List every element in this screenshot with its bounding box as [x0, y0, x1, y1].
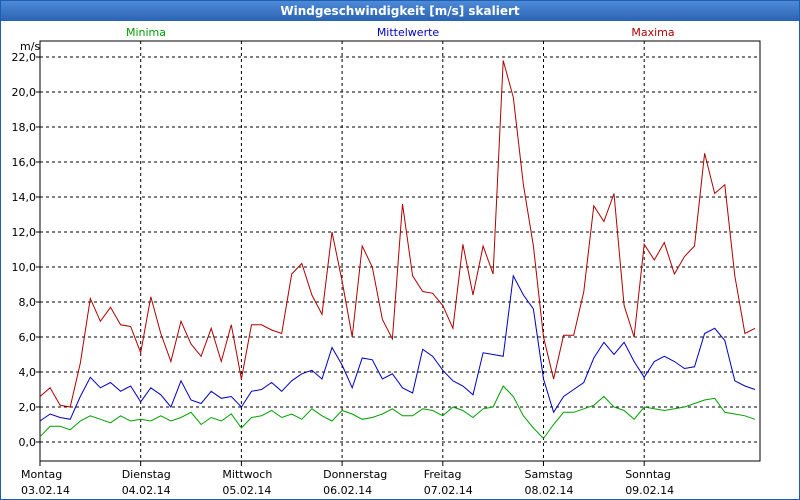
x-tick-weekday: Montag [21, 468, 62, 481]
y-axis-label: m/s [20, 40, 40, 53]
legend-entry-maxima: Maxima [631, 26, 674, 39]
legend-entry-mittelwerte: Mittelwerte [377, 26, 440, 39]
x-tick-date: 06.02.14 [323, 484, 372, 497]
y-axis-ticks: 0,02,04,06,08,010,012,014,016,018,020,02… [12, 51, 40, 449]
x-tick-date: 07.02.14 [424, 484, 473, 497]
x-tick-weekday: Freitag [424, 468, 462, 481]
y-tick-label: 0,0 [19, 436, 37, 449]
x-tick-weekday: Dienstag [122, 468, 171, 481]
legend-entry-minima: Minima [126, 26, 166, 39]
x-tick-weekday: Mittwoch [222, 468, 272, 481]
x-tick-date: 05.02.14 [222, 484, 271, 497]
wind-speed-chart: 0,02,04,06,08,010,012,014,016,018,020,02… [12, 26, 761, 497]
x-tick-date: 04.02.14 [122, 484, 171, 497]
y-tick-label: 10,0 [12, 261, 37, 274]
y-tick-label: 4,0 [19, 366, 37, 379]
x-tick-date: 03.02.14 [21, 484, 70, 497]
x-tick-date: 08.02.14 [524, 484, 573, 497]
y-tick-label: 8,0 [19, 296, 37, 309]
legend: Minima Mittelwerte Maxima [126, 26, 675, 39]
x-tick-weekday: Donnerstag [323, 468, 387, 481]
x-tick-date: 09.02.14 [625, 484, 674, 497]
plot-area [39, 40, 761, 462]
y-tick-label: 14,0 [12, 191, 37, 204]
y-tick-label: 20,0 [12, 86, 37, 99]
x-axis-day-labels: Montag 03.02.14 Dienstag 04.02.14 Mittwoch 05… [21, 461, 674, 497]
x-tick-weekday: Sonntag [625, 468, 671, 481]
y-tick-label: 12,0 [12, 226, 37, 239]
y-tick-label: 16,0 [12, 156, 37, 169]
y-tick-label: 2,0 [19, 401, 37, 414]
y-tick-label: 6,0 [19, 331, 37, 344]
y-tick-label: 18,0 [12, 121, 37, 134]
x-tick-weekday: Samstag [524, 468, 572, 481]
